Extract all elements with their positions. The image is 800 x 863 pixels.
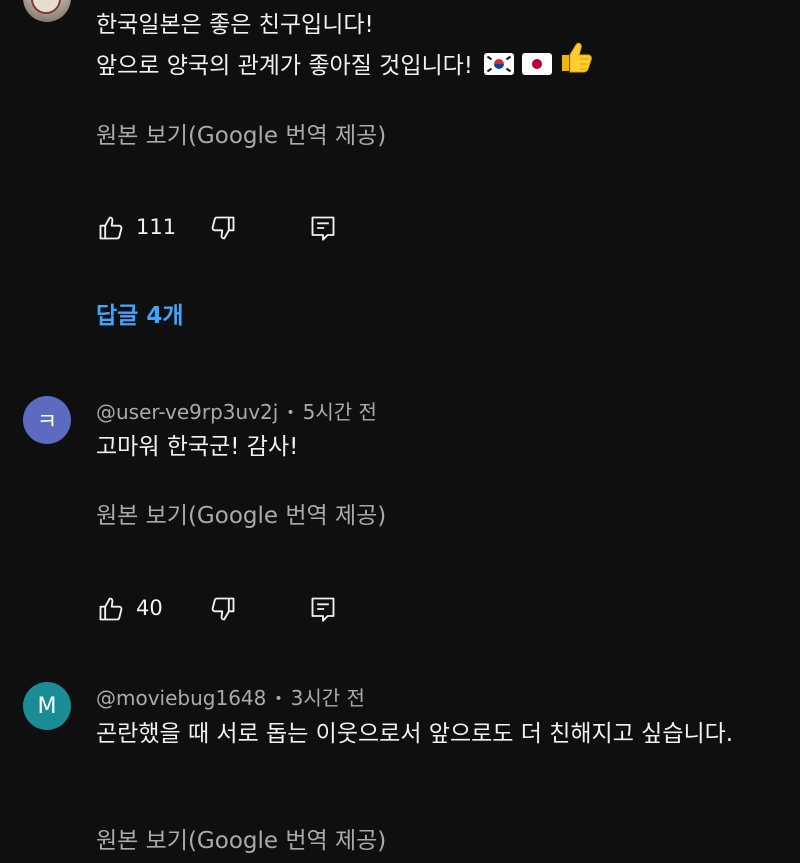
- replies-toggle[interactable]: 답글 4개: [96, 296, 184, 330]
- avatar-letter: ㅋ: [36, 410, 58, 435]
- comment-author[interactable]: @moviebug1648: [96, 686, 266, 710]
- comment-time[interactable]: 3시간 전: [291, 686, 365, 710]
- reply-comment-icon: [311, 216, 335, 241]
- like-button[interactable]: [96, 213, 126, 243]
- like-button[interactable]: [96, 594, 126, 624]
- dislike-button[interactable]: [208, 594, 238, 624]
- korea-flag-icon: [484, 52, 515, 75]
- comment-text: 한국일본은 좋은 친구입니다! 앞으로 양국의 관계가 좋아질 것입니다!: [96, 8, 786, 90]
- comment-header: @user-ve9rp3uv2j • 5시간 전: [96, 396, 377, 425]
- comment-line: 한국일본은 좋은 친구입니다!: [96, 12, 374, 38]
- reply-button[interactable]: [308, 594, 338, 624]
- see-original-link[interactable]: 원본 보기(Google 번역 제공): [96, 821, 386, 855]
- like-count: 111: [136, 215, 177, 239]
- thumbs-up-icon: [99, 597, 123, 621]
- reply-comment-icon: [311, 597, 335, 622]
- separator: •: [286, 405, 295, 421]
- thumbs-up-icon: [99, 216, 123, 240]
- avatar[interactable]: M: [23, 682, 71, 730]
- comment-text: 곤란했을 때 서로 돕는 이웃으로서 앞으로도 더 친해지고 싶습니다.: [96, 721, 734, 747]
- comment-text: 고마워 한국군! 감사!: [96, 434, 299, 460]
- thumbs-up-emoji-icon: [558, 39, 594, 86]
- avatar-letter: M: [37, 693, 57, 719]
- see-original-link[interactable]: 원본 보기(Google 번역 제공): [96, 496, 386, 530]
- comment-header: @moviebug1648 • 3시간 전: [96, 682, 365, 711]
- comment-time[interactable]: 5시간 전: [303, 400, 377, 424]
- comment-author[interactable]: @user-ve9rp3uv2j: [96, 400, 278, 424]
- separator: •: [274, 691, 283, 707]
- see-original-link[interactable]: 원본 보기(Google 번역 제공): [96, 116, 386, 150]
- avatar[interactable]: ㅋ: [23, 396, 71, 444]
- comment-action-bar: 111: [96, 213, 396, 243]
- japan-flag-icon: [522, 52, 553, 75]
- like-count: 40: [136, 596, 163, 620]
- comment-action-bar: 40: [96, 594, 396, 624]
- profile-photo-icon: [31, 0, 61, 14]
- thumbs-down-icon: [211, 597, 235, 621]
- reply-button[interactable]: [308, 213, 338, 243]
- comment-line: 앞으로 양국의 관계가 좋아질 것입니다!: [96, 53, 481, 79]
- avatar[interactable]: [23, 0, 71, 22]
- dislike-button[interactable]: [208, 213, 238, 243]
- thumbs-down-icon: [211, 216, 235, 240]
